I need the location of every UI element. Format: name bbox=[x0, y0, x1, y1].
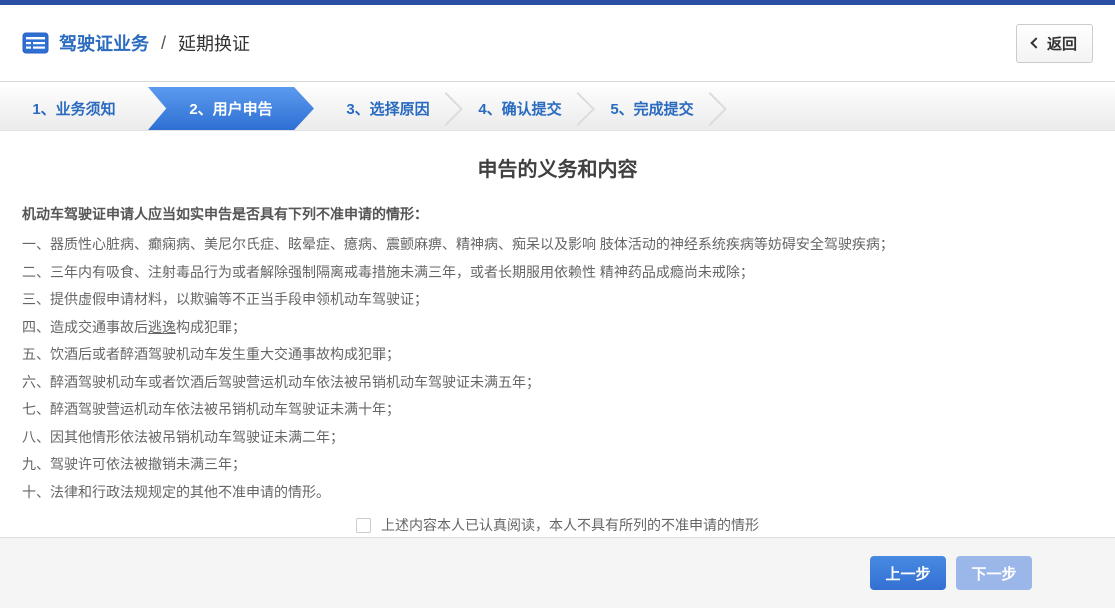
declaration-item: 九、驾驶许可依法被撤销未满三年； bbox=[22, 456, 246, 472]
step-label: 3、选择原因 bbox=[346, 101, 430, 118]
declaration-item: 二、三年内有吸食、注射毒品行为或者解除强制隔离戒毒措施未满三年，或者长期服用依赖… bbox=[22, 263, 754, 280]
breadcrumb: 驾驶证业务 / 延期换证 bbox=[22, 30, 250, 56]
back-button-label: 返回 bbox=[1046, 35, 1077, 53]
declaration-list: 一、器质性心脏病、癫痫病、美尼尔氏症、眩晕症、癔病、震颤麻痹、精神病、痴呆以及影… bbox=[22, 231, 1093, 506]
main-content: 申告的义务和内容 机动车驾驶证申请人应当如实申告是否具有下列不准申请的情形： 一… bbox=[0, 131, 1115, 535]
declaration-item: 一、器质性心脏病、癫痫病、美尼尔氏症、眩晕症、癔病、震颤麻痹、精神病、痴呆以及影… bbox=[22, 236, 894, 252]
step-label: 5、完成提交 bbox=[610, 101, 694, 118]
declaration-item: 十、法律和行政法规规定的其他不准申请的情形。 bbox=[22, 483, 330, 500]
step-label: 4、确认提交 bbox=[478, 101, 562, 118]
steps-bar: 1、业务须知 2、用户申告 3、选择原因 4、确认提交 5、完成提交 bbox=[0, 87, 1115, 131]
declaration-item: 三、提供虚假申请材料，以欺骗等不正当手段申领机动车驾驶证； bbox=[22, 291, 428, 307]
previous-step-button[interactable]: 上一步 bbox=[870, 556, 946, 590]
step-label: 2、用户申告 bbox=[189, 101, 273, 118]
page-header: 驾驶证业务 / 延期换证 返回 bbox=[0, 5, 1115, 82]
step-label: 1、业务须知 bbox=[32, 101, 116, 118]
declaration-intro: 机动车驾驶证申请人应当如实申告是否具有下列不准申请的情形： bbox=[22, 206, 428, 222]
declaration-item: 六、醉酒驾驶机动车或者饮酒后驾驶营运机动车依法被吊销机动车驾驶证未满五年； bbox=[22, 373, 540, 390]
step-1[interactable]: 1、业务须知 bbox=[0, 87, 148, 130]
current-service-title: 延期换证 bbox=[178, 34, 251, 54]
declaration-item: 八、因其他情形依法被吊销机动车驾驶证未满二年； bbox=[22, 428, 344, 445]
next-step-button[interactable]: 下一步 bbox=[956, 556, 1032, 590]
form-list-icon bbox=[22, 32, 49, 54]
underlined-word: 逃逸 bbox=[148, 318, 176, 335]
footer-bar: 上一步 下一步 bbox=[0, 537, 1115, 608]
declaration-item: 七、醉酒驾驶营运机动车依法被吊销机动车驾驶证未满十年； bbox=[22, 401, 400, 417]
step-2[interactable]: 2、用户申告 bbox=[148, 87, 314, 130]
page-title: 申告的义务和内容 bbox=[477, 159, 638, 181]
business-category-title: 驾驶证业务 bbox=[59, 34, 149, 54]
breadcrumb-separator: / bbox=[161, 32, 167, 53]
agree-checkbox[interactable] bbox=[356, 517, 371, 533]
declaration-item: 四、造成交通事故后逃逸构成犯罪； bbox=[22, 318, 246, 335]
agree-checkbox-label[interactable]: 上述内容本人已认真阅读，本人不具有所列的不准申请的情形 bbox=[381, 515, 759, 535]
back-chevron-icon bbox=[1030, 37, 1042, 49]
declaration-item: 五、饮酒后或者醉酒驾驶机动车发生重大交通事故构成犯罪； bbox=[22, 346, 400, 362]
agreement-row: 上述内容本人已认真阅读，本人不具有所列的不准申请的情形 bbox=[22, 515, 1093, 535]
back-button[interactable]: 返回 bbox=[1015, 23, 1093, 63]
